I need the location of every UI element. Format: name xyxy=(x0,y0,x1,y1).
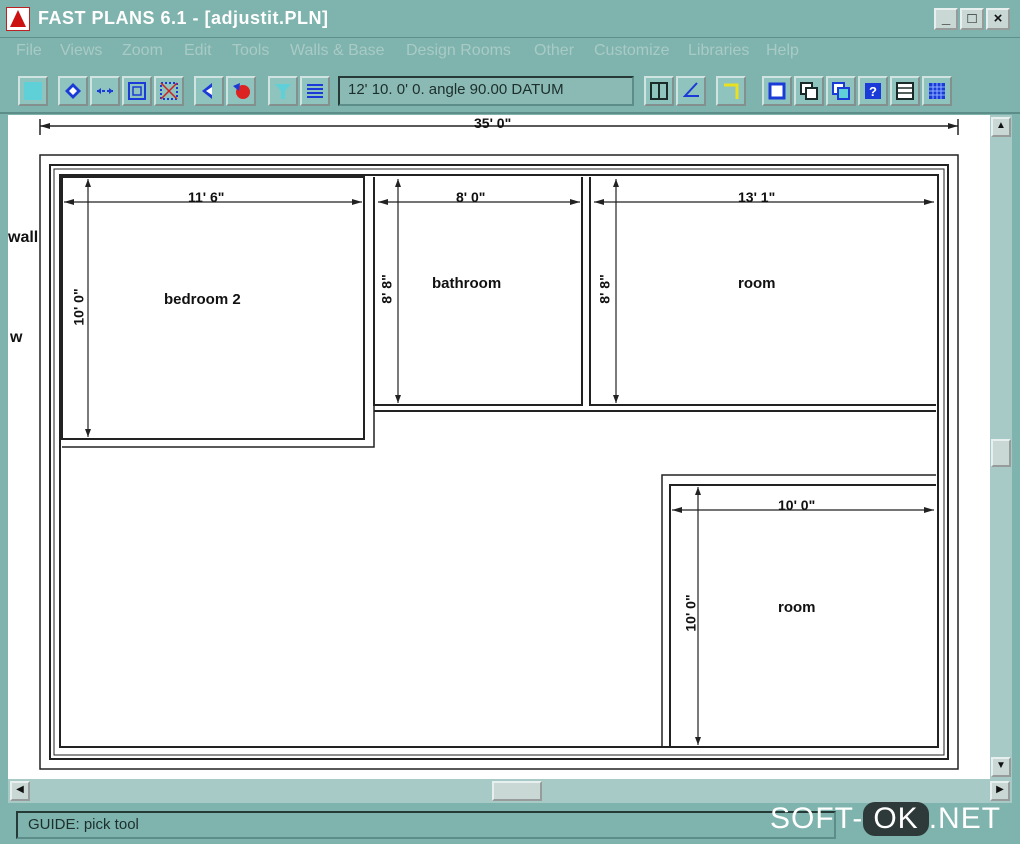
maximize-button[interactable]: □ xyxy=(960,8,984,30)
pan-tool-button[interactable] xyxy=(58,76,88,106)
grid-select-button[interactable] xyxy=(154,76,184,106)
bedroom-2-label: bedroom 2 xyxy=(164,291,241,308)
room-tool-button[interactable] xyxy=(762,76,792,106)
drawing-canvas[interactable]: 35' 0" wall w 11' 6" 10' 0" bedroom 2 8'… xyxy=(8,115,990,779)
overlap-squares-icon xyxy=(832,82,850,100)
menu-file[interactable]: File xyxy=(16,42,42,60)
room-right-width: 13' 1" xyxy=(738,189,776,205)
scroll-right-icon[interactable]: ▶ xyxy=(990,781,1010,801)
watermark-right: .NET xyxy=(928,802,1002,835)
undo-button[interactable] xyxy=(194,76,224,106)
square-outline-icon xyxy=(768,82,786,100)
view-toggle-button[interactable] xyxy=(268,76,298,106)
room-lower-depth: 10' 0" xyxy=(682,594,699,632)
brick-pattern-icon xyxy=(896,82,914,100)
list-lines-icon xyxy=(307,84,323,98)
corner-tool-button[interactable] xyxy=(716,76,746,106)
menu-zoom[interactable]: Zoom xyxy=(122,42,163,60)
brick-pattern-button[interactable] xyxy=(890,76,920,106)
outer-wall xyxy=(39,154,959,770)
menu-libraries[interactable]: Libraries xyxy=(688,42,749,60)
wall-split-button[interactable] xyxy=(644,76,674,106)
guide-status-text: GUIDE: pick tool xyxy=(16,811,836,839)
corner-bracket-icon xyxy=(724,83,739,99)
help-query-button[interactable]: ? xyxy=(858,76,888,106)
menu-other[interactable]: Other xyxy=(534,42,574,60)
list-button[interactable] xyxy=(300,76,330,106)
vertical-scrollbar[interactable]: ▲ ▼ xyxy=(990,115,1012,779)
angle-icon xyxy=(682,82,699,97)
horizontal-scrollbar[interactable]: ◀ ▶ xyxy=(8,779,1012,803)
overall-dimension-label: 35' 0" xyxy=(474,115,512,131)
frame-tool-button[interactable] xyxy=(122,76,152,106)
bathroom-label: bathroom xyxy=(432,275,502,292)
coordinate-readout: 12' 10. 0' 0. angle 90.00 DATUM xyxy=(338,76,634,106)
menu-customize[interactable]: Customize xyxy=(594,42,670,60)
bedroom-2-walls xyxy=(61,176,365,440)
menu-design-rooms[interactable]: Design Rooms xyxy=(406,42,511,60)
room-right-depth: 8' 8" xyxy=(596,274,613,304)
watermark-left: SOFT- xyxy=(770,802,864,835)
toolbar: 12' 10. 0' 0. angle 90.00 DATUM ? xyxy=(0,68,1020,114)
dotted-grid-icon xyxy=(160,82,178,100)
angle-tool-button[interactable] xyxy=(676,76,706,106)
close-button[interactable]: × xyxy=(986,8,1010,30)
scroll-up-icon[interactable]: ▲ xyxy=(991,117,1011,137)
scroll-left-icon[interactable]: ◀ xyxy=(10,781,30,801)
bedroom-2-depth: 10' 0" xyxy=(70,288,87,326)
watermark-ok: OK xyxy=(863,802,929,836)
dimension-line-icon xyxy=(97,88,113,94)
dimension-tool-button[interactable] xyxy=(90,76,120,106)
menu-help[interactable]: Help xyxy=(766,42,799,60)
watermark: SOFT- OK .NET xyxy=(770,802,1001,836)
window-title: FAST PLANS 6.1 - [adjustit.PLN] xyxy=(38,8,329,28)
bathroom-depth: 8' 8" xyxy=(378,274,395,304)
split-panel-icon xyxy=(650,82,668,100)
frame-icon xyxy=(128,82,146,100)
room-lower-label: room xyxy=(778,599,816,616)
room-right-label: room xyxy=(738,275,776,292)
room-lower-width: 10' 0" xyxy=(778,497,816,513)
overlap-button[interactable] xyxy=(826,76,856,106)
floor-plan-drawing xyxy=(39,119,959,770)
bedroom-2-width: 11' 6" xyxy=(188,189,225,205)
title-bar: FAST PLANS 6.1 - [adjustit.PLN] _ □ × xyxy=(0,0,1020,38)
copy-room-button[interactable] xyxy=(794,76,824,106)
diamond-arrows-icon xyxy=(65,83,81,99)
menu-edit[interactable]: Edit xyxy=(184,42,212,60)
scroll-down-icon[interactable]: ▼ xyxy=(991,757,1011,777)
funnel-icon xyxy=(275,84,291,99)
copy-squares-icon xyxy=(800,82,818,100)
select-tool-button[interactable] xyxy=(18,76,48,106)
paint-shapes-icon xyxy=(233,83,250,99)
menu-views[interactable]: Views xyxy=(60,42,102,60)
help-question-icon: ? xyxy=(865,83,881,99)
minimize-button[interactable]: _ xyxy=(934,8,958,30)
grid-icon xyxy=(929,83,945,99)
menu-bar: File Views Zoom Edit Tools Walls & Base … xyxy=(0,38,1020,68)
menu-tools[interactable]: Tools xyxy=(232,42,269,60)
cyan-square-icon xyxy=(24,82,42,100)
svg-text:?: ? xyxy=(869,84,877,99)
app-logo-icon[interactable] xyxy=(6,7,30,31)
horizontal-scroll-thumb[interactable] xyxy=(492,781,542,801)
side-label-w: w xyxy=(10,329,23,346)
bathroom-width: 8' 0" xyxy=(456,189,486,205)
menu-walls-base[interactable]: Walls & Base xyxy=(290,42,385,60)
color-tool-button[interactable] xyxy=(226,76,256,106)
back-arrow-icon xyxy=(202,83,212,99)
side-label-wall: wall xyxy=(8,229,39,246)
vertical-scroll-thumb[interactable] xyxy=(991,439,1011,467)
grid-button[interactable] xyxy=(922,76,952,106)
